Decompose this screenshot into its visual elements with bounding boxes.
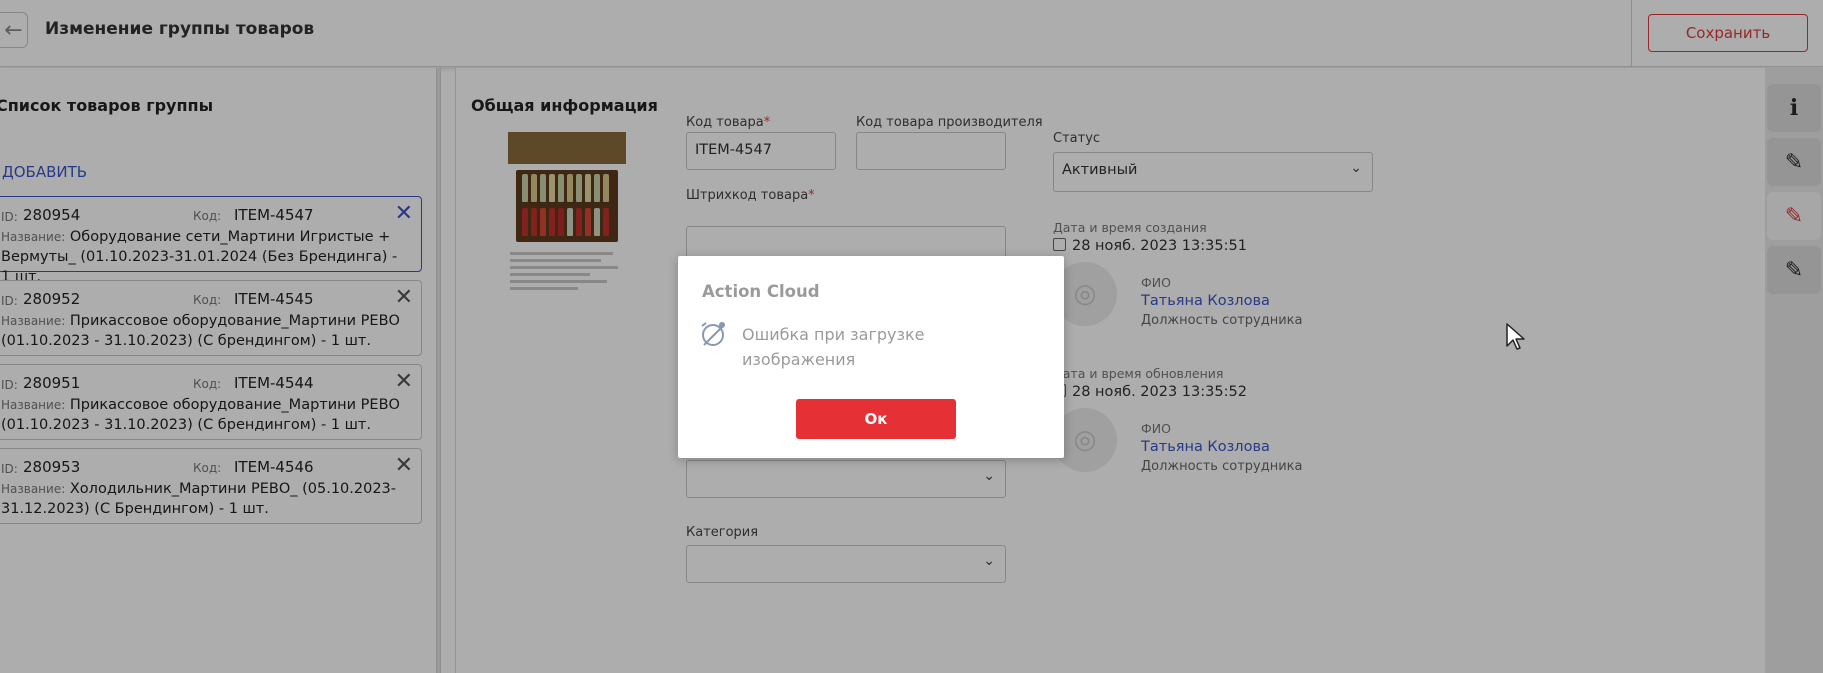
dialog-message: Ошибка при загрузке изображения (742, 325, 925, 369)
mouse-cursor-icon (1506, 323, 1525, 350)
ok-button[interactable]: Ок (796, 399, 956, 439)
broken-image-error-icon (701, 322, 725, 346)
dialog-title: Action Cloud (702, 282, 820, 301)
error-dialog: Action Cloud Ошибка при загрузке изображ… (678, 256, 1064, 458)
